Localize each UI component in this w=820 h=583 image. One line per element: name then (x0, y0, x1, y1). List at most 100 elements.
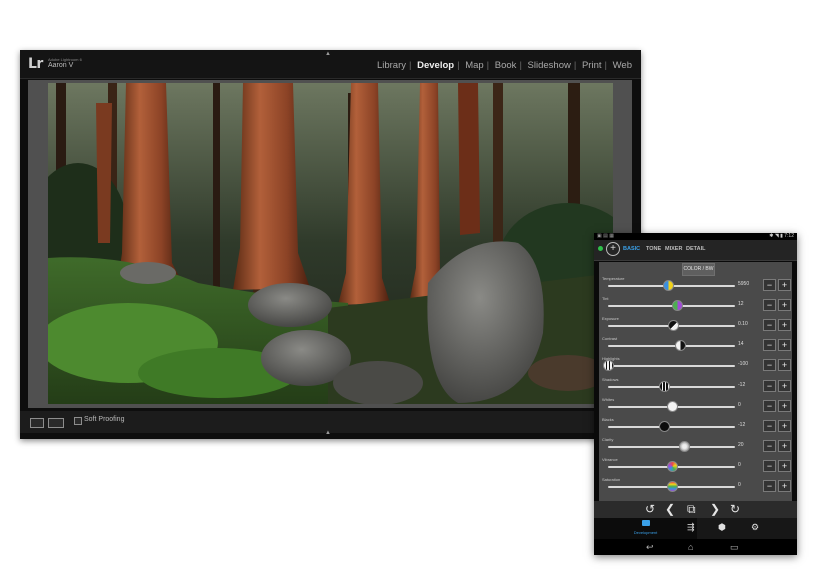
module-print[interactable]: Print (579, 60, 605, 71)
next-photo-icon[interactable]: ❯ (710, 501, 720, 518)
slider-knob[interactable] (662, 280, 674, 291)
decrement-button[interactable]: − (763, 379, 776, 392)
slider-track[interactable] (608, 385, 735, 388)
slider-row: Tint 12 − + (599, 296, 792, 316)
slider-knob[interactable] (666, 400, 678, 412)
slider-value: -12 (738, 381, 746, 388)
decrement-button[interactable]: − (763, 459, 776, 472)
decrement-button[interactable]: − (763, 419, 776, 432)
status-bar: ▣ ▤ ▦ ✱ ◥ ▮ 7:12 (594, 233, 797, 240)
wifi-icon: ◥ (774, 233, 779, 239)
slider-knob[interactable] (679, 440, 691, 452)
slider-value: 0 (738, 482, 741, 488)
slider-knob[interactable] (658, 380, 670, 392)
slider-knob[interactable] (666, 460, 678, 472)
decrement-button[interactable]: − (763, 279, 776, 291)
settings-gear-icon[interactable]: ⚙ (751, 522, 759, 532)
increment-button[interactable]: + (778, 319, 791, 332)
decrement-button[interactable]: − (763, 480, 776, 492)
increment-button[interactable]: + (778, 339, 791, 352)
slider-row: Vibrance 0 − + (599, 457, 792, 477)
slider-label: Saturation (602, 477, 621, 482)
increment-button[interactable]: + (778, 399, 791, 412)
slider-knob[interactable] (658, 420, 670, 432)
tab-detail[interactable]: DETAIL (686, 246, 705, 252)
decrement-button[interactable]: − (763, 439, 776, 452)
slider-track[interactable] (608, 365, 735, 368)
decrement-button[interactable]: − (763, 299, 776, 312)
slider-knob[interactable] (671, 300, 683, 312)
increment-button[interactable]: + (778, 359, 791, 372)
slider-value: 0 (738, 461, 741, 468)
decrement-button[interactable]: − (763, 319, 776, 332)
slider-row: Blacks -12 − + (599, 417, 792, 437)
home-icon[interactable]: ⌂ (688, 541, 693, 553)
mode-development[interactable]: Development (594, 518, 697, 539)
add-icon[interactable]: + (606, 242, 620, 256)
soft-proofing-checkbox[interactable] (74, 417, 82, 425)
panel-collapse-bottom-icon[interactable]: ▲ (325, 430, 331, 436)
slider-value: 5950 (738, 281, 750, 287)
panel-collapse-top-icon[interactable]: ▲ (325, 51, 331, 57)
module-slideshow[interactable]: Slideshow (525, 60, 574, 71)
mode-bar: Development ⇶ ⬢ ⚙ (594, 518, 797, 539)
loupe-view-icon[interactable] (30, 418, 44, 428)
slider-value: 12 (738, 301, 744, 308)
tab-mixer[interactable]: MIXER (665, 246, 682, 252)
camera-icon (642, 520, 650, 526)
presets-icon[interactable]: ⇶ (687, 522, 695, 532)
redo-icon[interactable]: ↻ (730, 501, 740, 518)
back-icon[interactable]: ↩ (646, 541, 654, 553)
slider-label: Vibrance (602, 456, 618, 462)
copy-settings-icon[interactable]: ⧉ (687, 501, 696, 518)
connection-status-icon (598, 246, 603, 251)
module-picker: Library | Develop | Map | Book | Slideshow | … (374, 60, 635, 71)
slider-knob[interactable] (603, 360, 614, 372)
identity-plate-user: Aaron V (48, 62, 74, 69)
library-icon[interactable]: ⬢ (718, 522, 726, 532)
slider-knob[interactable] (667, 320, 679, 332)
develop-canvas (28, 80, 632, 408)
slider-track[interactable] (608, 425, 735, 428)
before-after-view-icon[interactable] (48, 418, 64, 428)
tab-basic[interactable]: BASIC (623, 246, 640, 252)
reset-icon[interactable]: ↺ (645, 501, 655, 518)
slider-label: Whites (602, 396, 615, 402)
previous-photo-icon[interactable]: ❮ (665, 501, 675, 518)
app-bar: + BASIC TONE MIXER DETAIL (594, 240, 797, 261)
increment-button[interactable]: + (778, 279, 791, 291)
slider-row: Clarity 20 − + (599, 437, 792, 457)
module-map[interactable]: Map (462, 60, 486, 71)
bluetooth-icon: ✱ (769, 233, 774, 239)
slider-knob[interactable] (675, 340, 687, 352)
decrement-button[interactable]: − (763, 399, 776, 412)
increment-button[interactable]: + (778, 379, 791, 392)
lightroom-monitor: Lr Adobe Lightroom 6 Aaron V ▲ Library | … (20, 50, 641, 439)
increment-button[interactable]: + (778, 419, 791, 432)
slider-value: 20 (738, 441, 744, 448)
module-book[interactable]: Book (492, 60, 520, 71)
slider-row: Shadows -12 − + (599, 377, 792, 397)
slider-track[interactable] (608, 345, 735, 348)
tab-tone[interactable]: TONE (646, 246, 661, 252)
forest-photo (48, 83, 613, 404)
slider-label: Shadows (602, 376, 619, 382)
android-nav-bar: ↩ ⌂ ▭ (594, 539, 797, 555)
slider-row: Saturation 0 − + (599, 477, 792, 497)
increment-button[interactable]: + (778, 459, 791, 472)
decrement-button[interactable]: − (763, 339, 776, 352)
color-bw-button[interactable]: COLOR / BW (682, 263, 715, 276)
module-develop[interactable]: Develop (414, 60, 457, 71)
slider-knob[interactable] (666, 481, 678, 492)
lightroom-logo: Lr (28, 56, 43, 72)
decrement-button[interactable]: − (763, 359, 776, 372)
slider-value: 14 (738, 341, 744, 348)
slider-track[interactable] (608, 445, 735, 448)
recents-icon[interactable]: ▭ (730, 541, 739, 553)
increment-button[interactable]: + (778, 299, 791, 312)
module-library[interactable]: Library (374, 60, 409, 71)
slider-label: Exposure (602, 316, 619, 322)
increment-button[interactable]: + (778, 480, 791, 492)
increment-button[interactable]: + (778, 439, 791, 452)
module-web[interactable]: Web (610, 60, 635, 71)
